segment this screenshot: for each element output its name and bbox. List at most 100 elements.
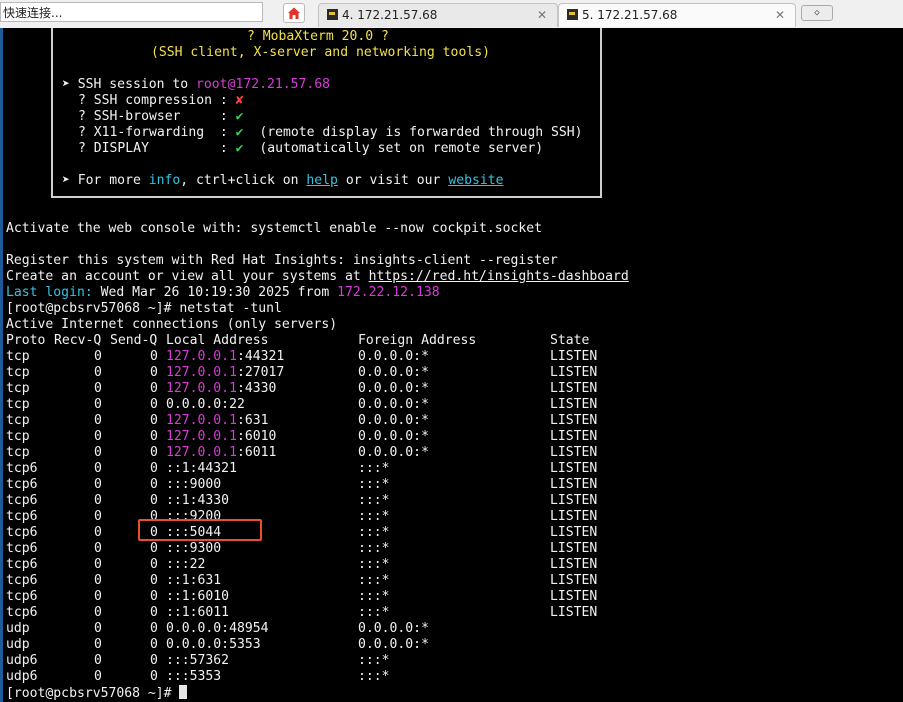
netstat-local-address: :::57362 — [166, 653, 230, 668]
netstat-recvq: 0 — [94, 381, 102, 396]
netstat-proto: tcp — [6, 445, 30, 460]
netstat-sendq: 0 — [150, 573, 158, 588]
netstat-sendq: 0 — [150, 557, 158, 572]
netstat-foreign-address: :::* — [358, 557, 390, 572]
netstat-foreign-address: :::* — [358, 589, 390, 604]
netstat-header: Local Address — [166, 333, 269, 348]
netstat-state: LISTEN — [550, 605, 598, 620]
tab-label: 4. 172.21.57.68 — [342, 8, 438, 22]
cursor — [179, 685, 188, 699]
netstat-proto: tcp — [6, 429, 30, 444]
netstat-foreign-address: :::* — [358, 461, 390, 476]
netstat-foreign-address: :::* — [358, 493, 390, 508]
tab-session-4[interactable]: 4. 172.21.57.68 ✕ — [318, 3, 558, 27]
netstat-sendq: 0 — [150, 429, 158, 444]
cockpit-message: Activate the web console with: systemctl… — [6, 221, 543, 236]
netstat-local-address: ::1:4330 — [166, 493, 230, 508]
netstat-foreign-address: :::* — [358, 653, 390, 668]
netstat-proto: tcp6 — [6, 557, 38, 572]
info-link[interactable]: info — [149, 173, 181, 188]
netstat-proto: tcp6 — [6, 589, 38, 604]
netstat-foreign-address: :::* — [358, 525, 390, 540]
netstat-sendq: 0 — [150, 493, 158, 508]
netstat-proto: udp6 — [6, 669, 38, 684]
netstat-state: LISTEN — [550, 365, 598, 380]
netstat-sendq: 0 — [150, 381, 158, 396]
netstat-local-address: :::9000 — [166, 477, 222, 492]
netstat-heading: Active Internet connections (only server… — [6, 317, 338, 332]
netstat-proto: tcp — [6, 397, 30, 412]
home-tab-button[interactable] — [283, 3, 305, 23]
netstat-recvq: 0 — [94, 605, 102, 620]
netstat-state: LISTEN — [550, 477, 598, 492]
banner-product: ? MobaXterm 20.0 ? — [247, 29, 389, 44]
netstat-recvq: 0 — [94, 493, 102, 508]
tab-session-5[interactable]: 5. 172.21.57.68 ✕ — [558, 3, 796, 27]
home-icon — [288, 7, 300, 19]
netstat-state: LISTEN — [550, 525, 598, 540]
netstat-foreign-address: :::* — [358, 509, 390, 524]
close-icon[interactable]: ✕ — [775, 4, 785, 26]
netstat-local-address: ::1:44321 — [166, 461, 237, 476]
netstat-state: LISTEN — [550, 381, 598, 396]
netstat-recvq: 0 — [94, 621, 102, 636]
help-link[interactable]: help — [306, 173, 338, 188]
new-tab-button[interactable]: ◇ — [801, 5, 833, 21]
insights-dashboard: Create an account or view all your syste… — [6, 269, 629, 284]
netstat-state: LISTEN — [550, 445, 598, 460]
netstat-sendq: 0 — [150, 349, 158, 364]
banner-opt-browser: ? SSH-browser : ✔ — [78, 109, 244, 124]
terminal-icon — [567, 9, 578, 20]
netstat-recvq: 0 — [94, 477, 102, 492]
netstat-sendq: 0 — [150, 637, 158, 652]
netstat-proto: tcp6 — [6, 493, 38, 508]
netstat-recvq: 0 — [94, 557, 102, 572]
netstat-state: LISTEN — [550, 557, 598, 572]
quick-connect-input[interactable]: 快速连接... — [0, 2, 263, 22]
netstat-recvq: 0 — [94, 573, 102, 588]
banner-opt-compression: ? SSH compression : ✘ — [78, 93, 244, 108]
netstat-proto: udp6 — [6, 653, 38, 668]
close-icon[interactable]: ✕ — [537, 4, 547, 26]
netstat-recvq: 0 — [94, 429, 102, 444]
netstat-sendq: 0 — [150, 653, 158, 668]
netstat-foreign-address: 0.0.0.0:* — [358, 349, 429, 364]
netstat-state: LISTEN — [550, 397, 598, 412]
banner-subtitle: (SSH client, X-server and networking too… — [151, 45, 490, 60]
netstat-proto: tcp6 — [6, 509, 38, 524]
website-link[interactable]: website — [448, 173, 503, 188]
netstat-header: Send-Q — [110, 333, 158, 348]
netstat-recvq: 0 — [94, 541, 102, 556]
netstat-foreign-address: 0.0.0.0:* — [358, 397, 429, 412]
final-prompt[interactable]: [root@pcbsrv57068 ~]# — [6, 685, 188, 701]
netstat-recvq: 0 — [94, 413, 102, 428]
netstat-local-address: 127.0.0.1:6011 — [166, 445, 277, 460]
banner-opt-display: ? DISPLAY : ✔ (automatically set on remo… — [78, 141, 544, 156]
netstat-proto: tcp6 — [6, 541, 38, 556]
netstat-local-address: :::9300 — [166, 541, 222, 556]
netstat-foreign-address: :::* — [358, 541, 390, 556]
netstat-local-address: :::5353 — [166, 669, 222, 684]
netstat-state: LISTEN — [550, 541, 598, 556]
netstat-state: LISTEN — [550, 493, 598, 508]
netstat-local-address: ::1:631 — [166, 573, 222, 588]
netstat-local-address: 0.0.0.0:22 — [166, 397, 245, 412]
netstat-sendq: 0 — [150, 589, 158, 604]
netstat-proto: tcp6 — [6, 605, 38, 620]
tab-label: 5. 172.21.57.68 — [582, 8, 678, 22]
netstat-sendq: 0 — [150, 413, 158, 428]
netstat-sendq: 0 — [150, 477, 158, 492]
netstat-local-address: 127.0.0.1:44321 — [166, 349, 285, 364]
netstat-state: LISTEN — [550, 429, 598, 444]
netstat-recvq: 0 — [94, 365, 102, 380]
netstat-local-address: 127.0.0.1:27017 — [166, 365, 285, 380]
netstat-header: State — [550, 333, 590, 348]
netstat-state: LISTEN — [550, 509, 598, 524]
netstat-recvq: 0 — [94, 653, 102, 668]
banner-more-info: ➤ For more info, ctrl+click on help or v… — [62, 173, 504, 188]
netstat-proto: udp — [6, 621, 30, 636]
netstat-proto: tcp6 — [6, 525, 38, 540]
netstat-foreign-address: :::* — [358, 605, 390, 620]
netstat-local-address: ::1:6010 — [166, 589, 230, 604]
insights-link[interactable]: https://red.ht/insights-dashboard — [369, 269, 629, 284]
